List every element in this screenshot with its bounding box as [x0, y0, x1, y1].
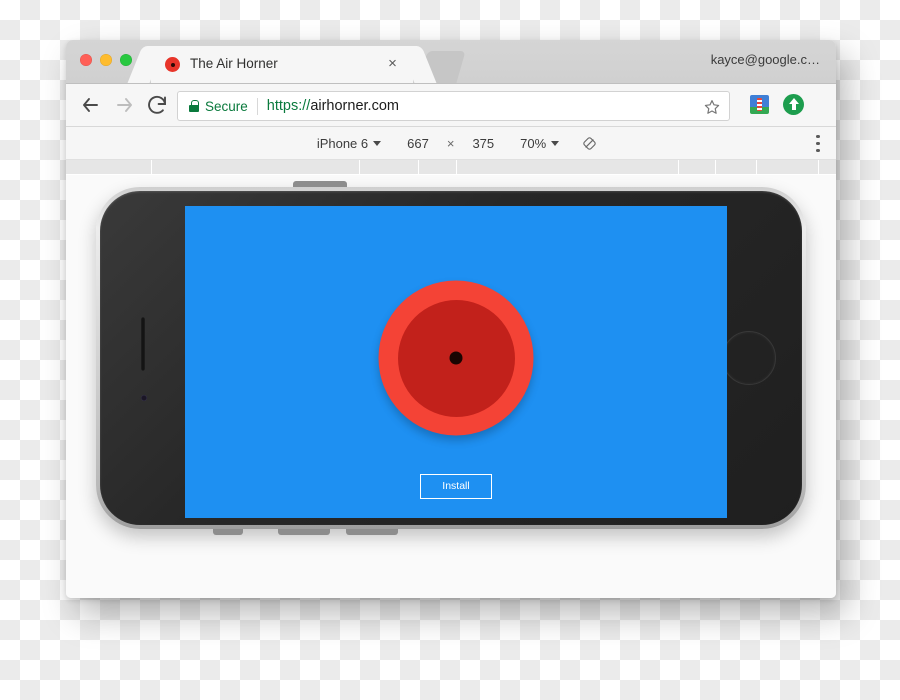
- chevron-down-icon: [551, 140, 560, 146]
- power-button[interactable]: [293, 181, 347, 187]
- account-label[interactable]: kayce@google.c…: [711, 52, 820, 67]
- device-screen: Install: [185, 206, 727, 518]
- device-mode-toolbar: iPhone 6 667 × 375 70%: [66, 127, 836, 160]
- upload-extension-icon[interactable]: [783, 94, 804, 115]
- viewport-height-input[interactable]: 375: [459, 136, 507, 151]
- address-bar[interactable]: Secure https://airhorner.com: [177, 91, 730, 121]
- zoom-select[interactable]: 70%: [507, 136, 572, 151]
- star-icon[interactable]: [703, 98, 721, 116]
- tab-strip: The Air Horner × kayce@google.c…: [66, 40, 836, 84]
- device-viewport-canvas: Install: [66, 175, 836, 598]
- chevron-down-icon: [373, 140, 382, 146]
- omnibox-divider: [256, 97, 258, 115]
- air-horn-button[interactable]: [378, 280, 534, 436]
- minimize-window-button[interactable]: [100, 54, 112, 66]
- mute-switch-button[interactable]: [213, 529, 243, 535]
- url-text: https://airhorner.com: [267, 98, 399, 114]
- viewport-width-input[interactable]: 667: [394, 136, 442, 151]
- tab-the-air-horner[interactable]: The Air Horner ×: [151, 46, 413, 83]
- ruler-tick: [359, 160, 360, 174]
- front-camera-icon: [141, 395, 147, 401]
- device-bezel: Install: [100, 191, 802, 525]
- earpiece-speaker: [141, 317, 145, 371]
- lock-icon: [189, 100, 199, 112]
- url-scheme: https://: [266, 98, 311, 114]
- traffic-lights: [80, 54, 132, 66]
- close-window-button[interactable]: [80, 54, 92, 66]
- browser-window: The Air Horner × kayce@google.c… Secure …: [66, 40, 836, 598]
- kebab-menu-icon[interactable]: [816, 135, 820, 152]
- ruler-tick: [418, 160, 419, 174]
- air-horn-inner-circle: [397, 299, 515, 417]
- volume-down-button[interactable]: [346, 529, 398, 535]
- ruler-tick: [678, 160, 679, 174]
- ruler-tick: [151, 160, 152, 174]
- security-status-label: Secure: [205, 98, 248, 114]
- viewport-ruler[interactable]: [66, 160, 836, 175]
- rotate-device-icon[interactable]: [581, 135, 598, 152]
- browser-toolbar: Secure https://airhorner.com: [66, 84, 836, 127]
- home-button[interactable]: [722, 331, 776, 385]
- air-horn-favicon-icon: [165, 57, 180, 72]
- maximize-window-button[interactable]: [120, 54, 132, 66]
- close-tab-icon[interactable]: ×: [384, 55, 401, 72]
- url-host: airhorner.com: [310, 98, 399, 114]
- back-arrow-icon[interactable]: [78, 93, 102, 117]
- volume-up-button[interactable]: [278, 529, 330, 535]
- ruler-tick: [456, 160, 457, 174]
- reload-icon[interactable]: [145, 93, 169, 117]
- ruler-tick: [756, 160, 757, 174]
- air-horn-center-dot: [449, 351, 463, 365]
- tab-title: The Air Horner: [190, 56, 278, 71]
- ruler-tick: [818, 160, 819, 174]
- device-select[interactable]: iPhone 6: [304, 136, 394, 151]
- forward-arrow-icon[interactable]: [113, 93, 137, 117]
- device-name-label: iPhone 6: [316, 135, 369, 151]
- ruler-tick: [715, 160, 716, 174]
- zoom-level-label: 70%: [520, 135, 547, 151]
- iphone-6-device-frame: Install: [96, 181, 806, 535]
- lighthouse-extension-icon[interactable]: [750, 95, 769, 114]
- install-button[interactable]: Install: [420, 474, 492, 499]
- dimension-separator: ×: [446, 135, 455, 151]
